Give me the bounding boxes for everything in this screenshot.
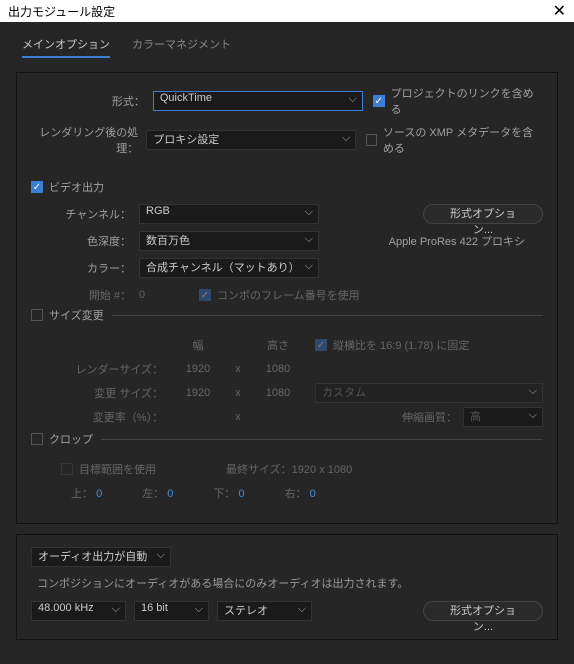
final-size: 最終サイズ：1920 x 1080 [226,461,352,477]
width-header: 幅 [173,337,223,353]
format-label: 形式： [31,93,153,109]
crop-section: クロップ 目標範囲を使用 最終サイズ：1920 x 1080 上： 0 左： 0… [31,439,543,505]
format-select[interactable]: QuickTime [153,91,363,111]
crop-right: 0 [310,488,316,500]
crop-left: 0 [167,488,173,500]
window-title: 出力モジュール設定 [8,3,115,20]
start-value: 0 [139,289,169,301]
checkbox-icon [31,433,43,445]
include-link-checkbox[interactable]: ✓ プロジェクトのリンクを含める [373,85,543,117]
color-label: カラー： [31,260,139,276]
video-output-checkbox[interactable]: ✓ ビデオ出力 [31,179,104,195]
render-size-label: レンダーサイズ： [73,361,173,377]
lock-aspect-checkbox: ✓ 縦横比を 16:9 (1.78) に固定 [315,337,469,353]
render-height: 1080 [253,363,303,375]
stretch-quality-select: 高 [463,407,543,427]
video-format-options-button[interactable]: 形式オプション... [423,204,543,224]
height-header: 高さ [253,337,303,353]
crop-top: 0 [96,488,102,500]
audio-format-options-button[interactable]: 形式オプション... [423,601,543,621]
checkbox-icon [61,463,73,475]
checkbox-icon: ✓ [199,289,211,301]
crop-checkbox[interactable]: クロップ [31,431,93,447]
change-width: 1920 [173,387,223,399]
tab-main[interactable]: メインオプション [22,36,110,58]
resize-checkbox[interactable]: サイズ変更 [31,307,104,323]
post-render-label: レンダリング後の処理： [31,124,146,156]
channel-select[interactable]: RGB [139,204,319,224]
checkbox-icon: ✓ [373,95,385,107]
audio-note: コンポジションにオーディオがある場合にのみオーディオは出力されます。 [37,575,543,591]
crop-bottom: 0 [238,488,244,500]
include-xmp-checkbox[interactable]: ソースの XMP メタデータを含める [366,124,543,156]
post-render-select[interactable]: プロキシ設定 [146,130,356,150]
audio-bit-select[interactable]: 16 bit [134,601,209,621]
main-panel: 形式： QuickTime ✓ プロジェクトのリンクを含める レンダリング後の処… [16,72,558,524]
codec-info: Apple ProRes 422 プロキシ [389,233,543,249]
stretch-label: 伸縮画質： [402,409,457,425]
checkbox-icon [31,309,43,321]
tab-bar: メインオプション カラーマネジメント [16,36,558,58]
close-icon[interactable]: ✕ [553,1,566,21]
channel-label: チャンネル： [31,206,139,222]
titlebar: 出力モジュール設定 ✕ [0,0,574,22]
resize-section: サイズ変更 幅 高さ ✓ 縦横比を 16:9 (1.78) に固定 レンダーサイ… [31,315,543,429]
audio-panel: オーディオ出力が自動 コンポジションにオーディオがある場合にのみオーディオは出力… [16,534,558,640]
render-width: 1920 [173,363,223,375]
use-comp-frame-checkbox: ✓ コンポのフレーム番号を使用 [199,287,360,303]
change-height: 1080 [253,387,303,399]
color-select[interactable]: 合成チャンネル（マットあり） [139,258,319,278]
resize-preset-select: カスタム [315,383,543,403]
checkbox-icon: ✓ [315,339,327,351]
checkbox-icon: ✓ [31,181,43,193]
audio-channel-select[interactable]: ステレオ [217,601,312,621]
checkbox-icon [366,134,377,146]
audio-rate-select[interactable]: 48.000 kHz [31,601,126,621]
depth-label: 色深度： [31,233,139,249]
depth-select[interactable]: 数百万色 [139,231,319,251]
change-size-label: 変更 サイズ： [73,385,173,401]
use-roi-checkbox: 目標範囲を使用 [61,461,156,477]
audio-mode-select[interactable]: オーディオ出力が自動 [31,547,171,567]
tab-color-management[interactable]: カラーマネジメント [132,36,231,58]
ratio-label: 変更率（%）： [73,409,173,425]
start-label: 開始 #： [31,287,139,303]
